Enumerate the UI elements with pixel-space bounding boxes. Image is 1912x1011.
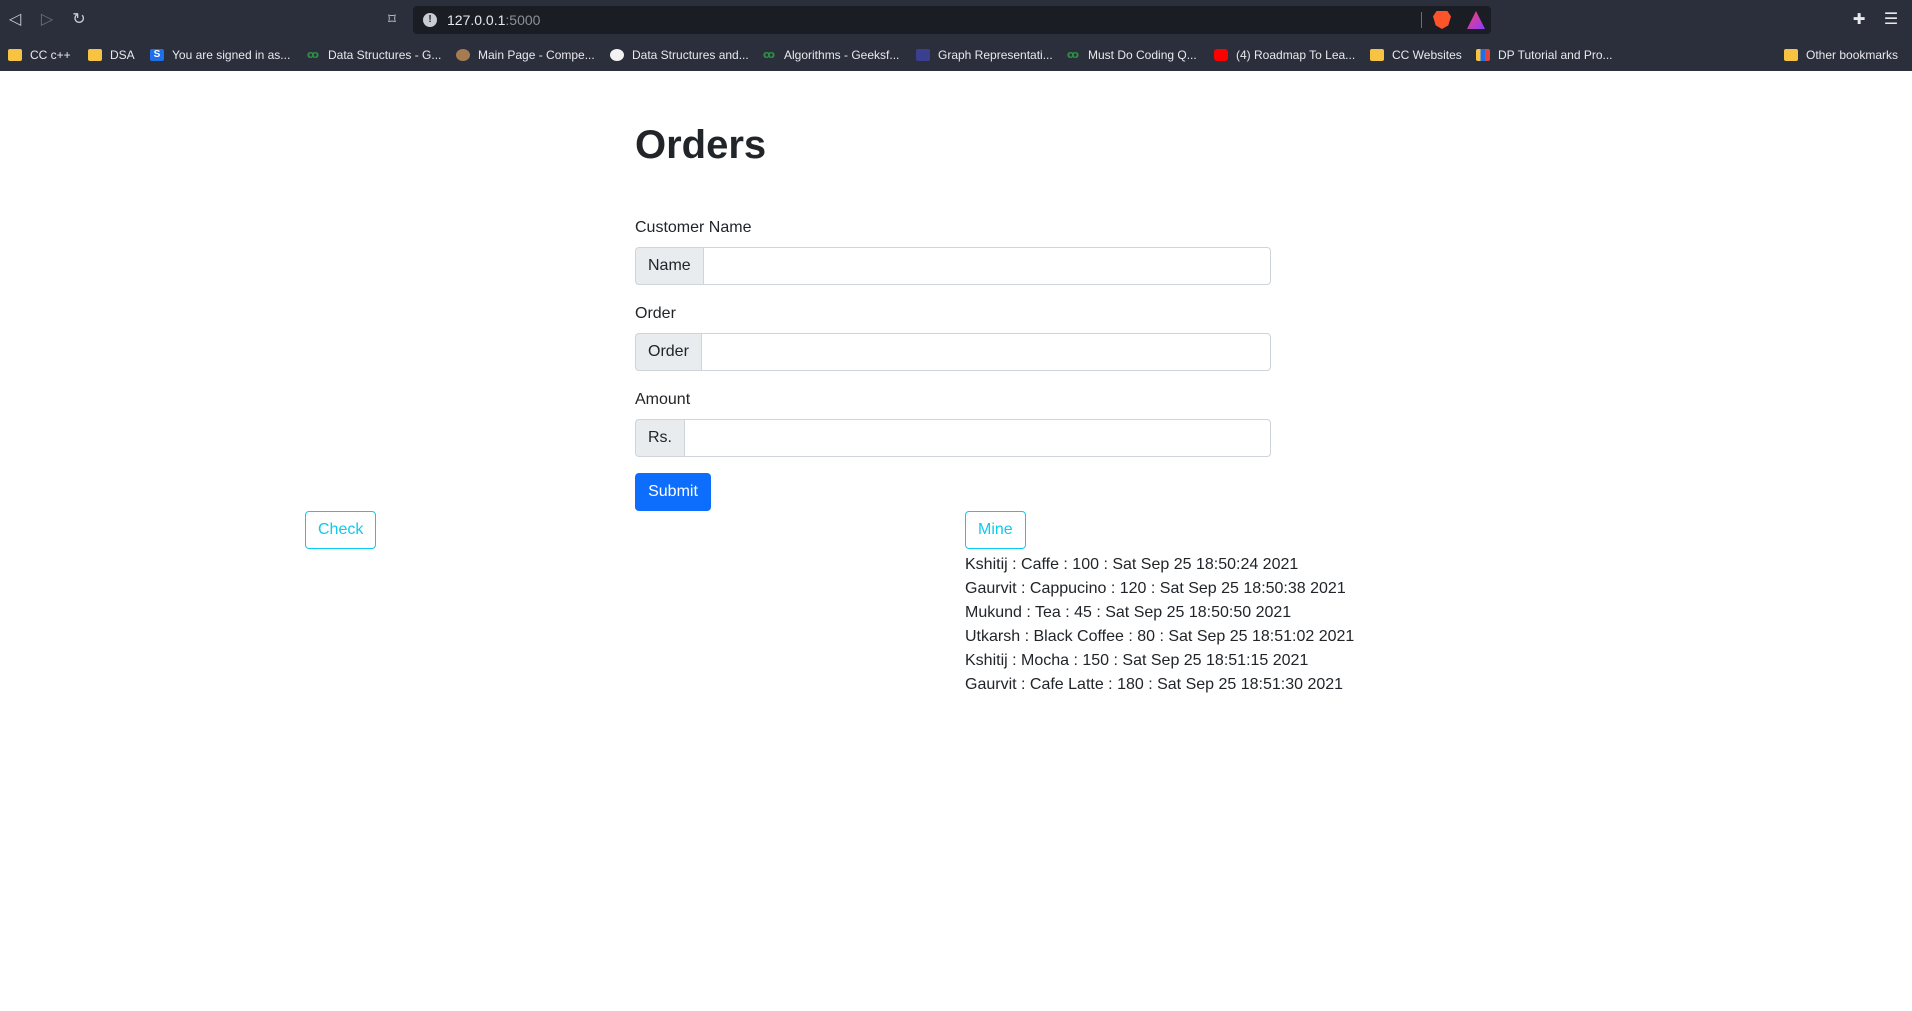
gfg-icon: ꝏ	[1066, 49, 1080, 61]
order-label: Order	[635, 305, 676, 322]
customer-name-input[interactable]	[702, 247, 1271, 285]
other-bookmarks[interactable]: Other bookmarks	[1784, 45, 1898, 65]
bookmark-item[interactable]: Graph Representati...	[916, 45, 1053, 65]
extensions-icon[interactable]: ✚	[1848, 9, 1870, 31]
amount-label: Amount	[635, 391, 691, 408]
check-button[interactable]: Check	[305, 511, 377, 549]
bookmark-item[interactable]: ꝏ Must Do Coding Q...	[1066, 45, 1197, 65]
submit-button[interactable]: Submit	[635, 473, 711, 511]
amount-addon: Rs.	[635, 419, 684, 457]
customer-name-addon: Name	[635, 247, 703, 285]
folder-icon	[1784, 49, 1798, 61]
amount-input[interactable]	[684, 419, 1271, 457]
cp-algorithms-icon	[456, 49, 470, 61]
orders-list: Kshitij : Caffe : 100 : Sat Sep 25 18:50…	[965, 553, 1354, 697]
order-item: Gaurvit : Cappucino : 120 : Sat Sep 25 1…	[965, 580, 1346, 597]
chart-bars-icon	[1476, 49, 1490, 61]
bookmark-icon[interactable]: ⌑	[381, 9, 403, 31]
bookmark-item[interactable]: ꝏ Data Structures - G...	[306, 45, 441, 65]
url-divider	[1421, 12, 1422, 28]
amount-group: Rs.	[635, 419, 1271, 457]
graph-site-icon	[916, 49, 930, 61]
address-bar[interactable]: ! 127.0.0.1:5000	[413, 6, 1491, 34]
folder-icon	[1370, 49, 1384, 61]
order-item: Utkarsh : Black Coffee : 80 : Sat Sep 25…	[965, 628, 1355, 645]
reload-icon[interactable]: ↻	[68, 9, 90, 31]
bookmark-item[interactable]: ꝏ Algorithms - Geeksf...	[762, 45, 899, 65]
page-content: Orders Customer Name Name Order Order Am…	[0, 71, 1912, 1011]
customer-name-group: Name	[635, 247, 1271, 285]
order-input[interactable]	[700, 333, 1271, 371]
bookmarks-bar: CC c++ DSA S You are signed in as... ꝏ Dat…	[0, 40, 1912, 71]
bookmark-item[interactable]: (4) Roadmap To Lea...	[1214, 45, 1355, 65]
bookmark-item[interactable]: Main Page - Compe...	[456, 45, 595, 65]
folder-icon	[88, 49, 102, 61]
browser-toolbar: ◁ ▷ ↻ ⌑ ! 127.0.0.1:5000 ✚ ☰	[0, 0, 1912, 40]
folder-icon	[8, 49, 22, 61]
brave-rewards-icon[interactable]	[1467, 11, 1485, 29]
bookmark-item[interactable]: S You are signed in as...	[150, 45, 290, 65]
site-info-icon[interactable]: !	[423, 13, 437, 27]
bookmark-item[interactable]: DSA	[88, 45, 135, 65]
url-text[interactable]: 127.0.0.1:5000	[447, 12, 540, 28]
order-addon: Order	[635, 333, 701, 371]
brave-shields-icon[interactable]	[1433, 11, 1451, 29]
order-item: Kshitij : Mocha : 150 : Sat Sep 25 18:51…	[965, 652, 1309, 669]
mine-button[interactable]: Mine	[965, 511, 1026, 549]
order-group: Order	[635, 333, 1271, 371]
page-title: Orders	[635, 123, 767, 167]
bookmark-item[interactable]: CC Websites	[1370, 45, 1462, 65]
forward-icon[interactable]: ▷	[36, 9, 58, 31]
order-item: Kshitij : Caffe : 100 : Sat Sep 25 18:50…	[965, 556, 1299, 573]
order-item: Gaurvit : Cafe Latte : 180 : Sat Sep 25 …	[965, 676, 1344, 693]
bookmark-item[interactable]: DP Tutorial and Pro...	[1476, 45, 1613, 65]
back-icon[interactable]: ◁	[4, 9, 26, 31]
bookmark-item[interactable]: CC c++	[8, 45, 71, 65]
gfg-icon: ꝏ	[306, 49, 320, 61]
order-item: Mukund : Tea : 45 : Sat Sep 25 18:50:50 …	[965, 604, 1292, 621]
menu-icon[interactable]: ☰	[1880, 9, 1902, 31]
s-logo-icon: S	[150, 49, 164, 61]
bookmark-item[interactable]: Data Structures and...	[610, 45, 749, 65]
browser-chrome: ◁ ▷ ↻ ⌑ ! 127.0.0.1:5000 ✚ ☰ CC c++ DSA …	[0, 0, 1912, 71]
youtube-icon	[1214, 49, 1228, 61]
customer-name-label: Customer Name	[635, 219, 752, 236]
gfg-icon: ꝏ	[762, 49, 776, 61]
codechef-icon	[610, 49, 624, 61]
